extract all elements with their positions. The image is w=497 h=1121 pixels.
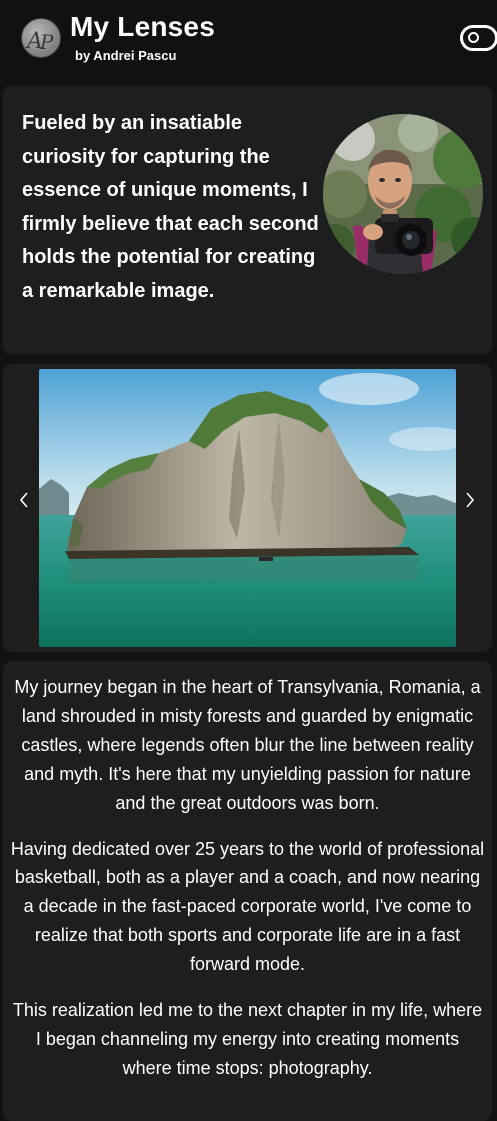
toggle-knob: [468, 32, 479, 43]
intro-card: Fueled by an insatiable curiosity for ca…: [3, 86, 492, 354]
portrait-photo: [323, 114, 483, 274]
limestone-island-photo[interactable]: [39, 369, 456, 647]
site-byline: by Andrei Pascu: [75, 48, 177, 63]
photo-carousel: [3, 364, 492, 652]
intro-quote: Fueled by an insatiable curiosity for ca…: [22, 112, 319, 302]
toggle-icon[interactable]: [460, 25, 497, 51]
ap-monogram-icon[interactable]: A P: [21, 18, 61, 58]
svg-text:P: P: [39, 30, 54, 54]
site-header: A P My Lenses by Andrei Pascu: [0, 0, 497, 78]
chevron-right-icon[interactable]: [461, 488, 479, 512]
story-paragraph: My journey began in the heart of Transyl…: [14, 677, 481, 813]
story-paragraph: This realization led me to the next chap…: [12, 1000, 483, 1078]
chevron-left-icon[interactable]: [15, 488, 33, 512]
story-paragraph: Having dedicated over 25 years to the wo…: [10, 838, 485, 975]
story-text: My journey began in the heart of Transyl…: [9, 673, 486, 1100]
story-card: My journey began in the heart of Transyl…: [3, 661, 492, 1121]
site-title[interactable]: My Lenses: [70, 9, 215, 45]
